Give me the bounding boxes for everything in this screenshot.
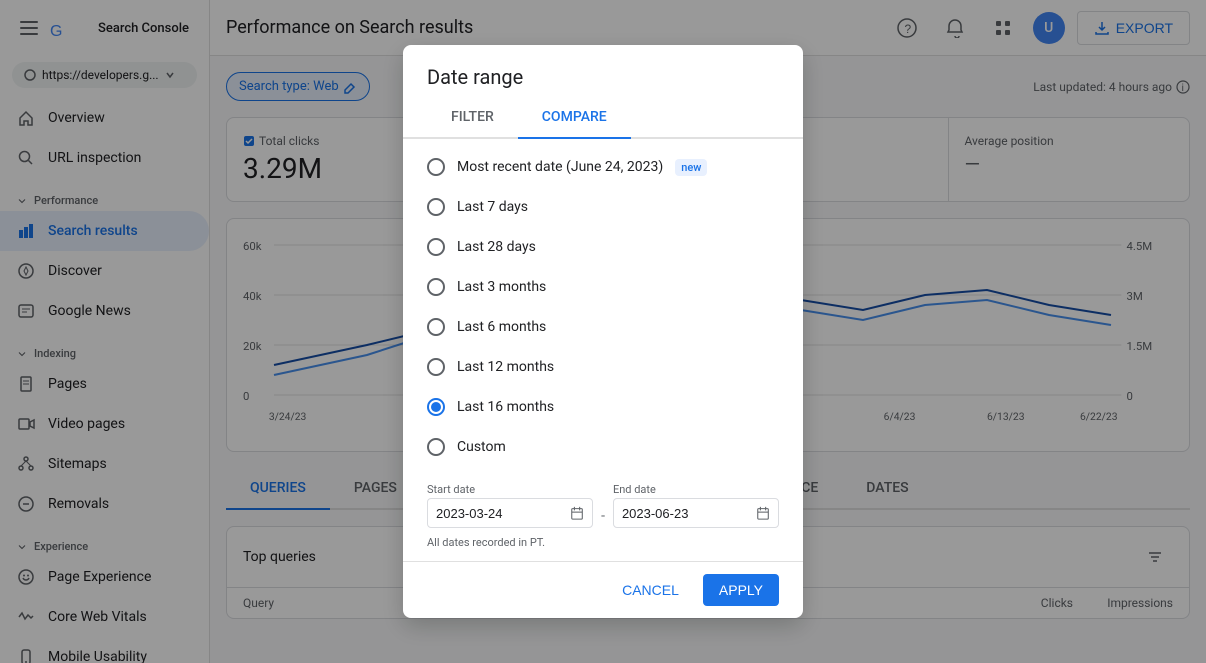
dialog-title: Date range xyxy=(403,45,803,97)
radio-last-16-months[interactable]: Last 16 months xyxy=(427,387,779,427)
date-range-row: Start date - End date xyxy=(403,475,803,532)
radio-label: Last 3 months xyxy=(457,279,546,295)
radio-circle xyxy=(427,238,445,256)
radio-circle xyxy=(427,158,445,176)
radio-circle xyxy=(427,278,445,296)
date-range-dialog: Date range FILTER COMPARE Most recent da… xyxy=(403,45,803,618)
radio-circle xyxy=(427,198,445,216)
dialog-tab-filter[interactable]: FILTER xyxy=(427,97,518,139)
new-badge: new xyxy=(675,159,707,176)
radio-circle xyxy=(427,318,445,336)
date-separator: - xyxy=(601,488,605,524)
radio-label: Last 12 months xyxy=(457,359,554,375)
radio-last-3-months[interactable]: Last 3 months xyxy=(427,267,779,307)
radio-label: Last 28 days xyxy=(457,239,536,255)
dialog-actions: CANCEL APPLY xyxy=(403,561,803,618)
radio-circle-selected xyxy=(427,398,445,416)
start-date-wrap xyxy=(427,498,593,528)
calendar-icon xyxy=(570,505,584,521)
radio-label: Last 16 months xyxy=(457,399,554,415)
end-date-label: End date xyxy=(613,483,779,496)
date-note: All dates recorded in PT. xyxy=(403,532,803,561)
radio-label: Last 6 months xyxy=(457,319,546,335)
start-date-group: Start date xyxy=(427,483,593,528)
radio-last-7-days[interactable]: Last 7 days xyxy=(427,187,779,227)
calendar-icon xyxy=(756,505,770,521)
radio-most-recent[interactable]: Most recent date (June 24, 2023) new xyxy=(427,147,779,187)
end-date-input[interactable] xyxy=(622,506,752,521)
end-date-group: End date xyxy=(613,483,779,528)
radio-last-6-months[interactable]: Last 6 months xyxy=(427,307,779,347)
apply-button[interactable]: APPLY xyxy=(703,574,779,606)
radio-last-28-days[interactable]: Last 28 days xyxy=(427,227,779,267)
radio-last-12-months[interactable]: Last 12 months xyxy=(427,347,779,387)
radio-options: Most recent date (June 24, 2023) new Las… xyxy=(403,139,803,475)
radio-label: Custom xyxy=(457,439,506,455)
radio-label: Last 7 days xyxy=(457,199,528,215)
start-date-label: Start date xyxy=(427,483,593,496)
radio-label: Most recent date (June 24, 2023) xyxy=(457,159,663,175)
cancel-button[interactable]: CANCEL xyxy=(606,574,695,606)
end-date-wrap xyxy=(613,498,779,528)
dialog-tab-compare[interactable]: COMPARE xyxy=(518,97,631,139)
start-date-input[interactable] xyxy=(436,506,566,521)
radio-circle xyxy=(427,358,445,376)
radio-circle xyxy=(427,438,445,456)
dialog-tabs: FILTER COMPARE xyxy=(403,97,803,139)
radio-custom[interactable]: Custom xyxy=(427,427,779,467)
dialog-overlay[interactable]: Date range FILTER COMPARE Most recent da… xyxy=(0,0,1206,663)
